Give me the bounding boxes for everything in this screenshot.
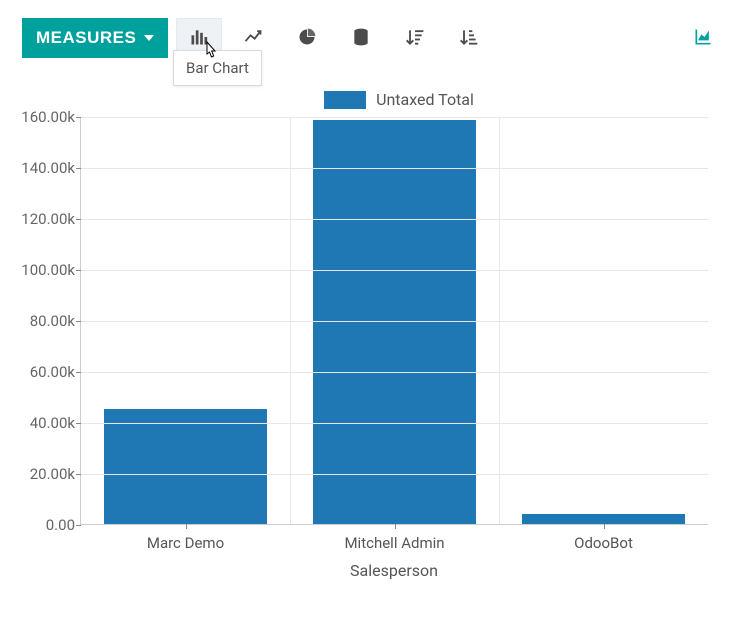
tooltip-text: Bar Chart [186, 59, 249, 77]
measures-label: MEASURES [36, 28, 136, 48]
gridline [81, 270, 708, 271]
y-tick-label: 140.00k [19, 159, 75, 177]
y-tick-mark [76, 321, 81, 322]
plot-area: Marc DemoMitchell AdminOdooBot 0.0020.00… [80, 117, 708, 525]
y-tick-label: 40.00k [19, 414, 75, 432]
gridline [81, 474, 708, 475]
bar[interactable] [104, 409, 267, 524]
y-tick-label: 100.00k [19, 261, 75, 279]
y-tick-mark [76, 372, 81, 373]
y-tick-mark [76, 117, 81, 118]
y-tick-mark [76, 168, 81, 169]
gridline [81, 423, 708, 424]
x-tick-label: Marc Demo [147, 534, 224, 552]
pie-chart-button[interactable] [284, 18, 330, 58]
vertical-gridline [290, 117, 291, 524]
sort-asc-button[interactable] [446, 18, 492, 58]
stacked-button[interactable] [338, 18, 384, 58]
bar[interactable] [522, 514, 685, 524]
y-tick-label: 20.00k [19, 465, 75, 483]
y-tick-label: 160.00k [19, 108, 75, 126]
area-chart-button[interactable] [680, 18, 726, 58]
y-tick-label: 0.00 [19, 516, 75, 534]
sort-desc-icon [405, 27, 425, 50]
sort-asc-icon [459, 27, 479, 50]
gridline [81, 168, 708, 169]
x-axis-label: Salesperson [80, 561, 708, 580]
area-chart-icon [693, 27, 713, 50]
gridline [81, 372, 708, 373]
toolbar: MEASURES [22, 16, 726, 60]
caret-down-icon [144, 35, 154, 41]
y-tick-mark [76, 474, 81, 475]
x-tick-mark [395, 524, 396, 529]
chart-legend: Untaxed Total [22, 90, 726, 109]
x-tick-label: Mitchell Admin [344, 534, 444, 552]
measures-button[interactable]: MEASURES [22, 18, 168, 58]
y-tick-label: 120.00k [19, 210, 75, 228]
y-tick-mark [76, 270, 81, 271]
gridline [81, 321, 708, 322]
legend-label: Untaxed Total [376, 90, 474, 109]
vertical-gridline [499, 117, 500, 524]
y-tick-mark [76, 423, 81, 424]
bar-chart-icon [189, 27, 209, 50]
gridline [81, 219, 708, 220]
gridline [81, 117, 708, 118]
y-tick-label: 60.00k [19, 363, 75, 381]
pie-chart-icon [297, 27, 317, 50]
sort-desc-button[interactable] [392, 18, 438, 58]
x-tick-mark [604, 524, 605, 529]
y-tick-label: 80.00k [19, 312, 75, 330]
y-tick-mark [76, 219, 81, 220]
chart: Marc DemoMitchell AdminOdooBot 0.0020.00… [80, 117, 726, 580]
line-chart-icon [243, 27, 263, 50]
database-icon [351, 27, 371, 50]
x-tick-label: OdooBot [574, 534, 633, 552]
y-tick-mark [76, 525, 81, 526]
legend-swatch [324, 91, 366, 109]
x-tick-mark [186, 524, 187, 529]
bar-chart-tooltip: Bar Chart [173, 50, 262, 86]
